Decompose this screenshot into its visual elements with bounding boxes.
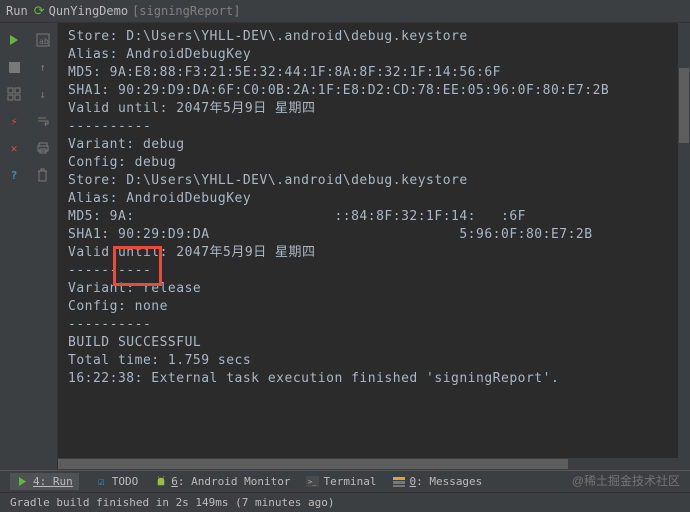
console-line: Store: D:\Users\YHLL-DEV\.android\debug.… — [68, 28, 680, 46]
tab-messages[interactable]: 0: Messages — [392, 475, 482, 488]
console-line: Config: none — [68, 298, 680, 316]
console-line: MD5: 9A:E8:88:F3:21:5E:32:44:1F:8A:8F:32… — [68, 64, 680, 82]
console-output[interactable]: Store: D:\Users\YHLL-DEV\.android\debug.… — [58, 23, 690, 470]
run-icon — [16, 475, 29, 488]
watermark: @稀土掘金技术社区 — [572, 472, 680, 489]
run-button[interactable] — [4, 30, 24, 50]
tab-label: 6: Android Monitor — [171, 475, 290, 488]
vertical-scrollbar[interactable] — [678, 23, 690, 470]
messages-icon — [392, 475, 405, 488]
left-toolbar-1: ⚡ ✕ ? — [0, 23, 28, 470]
scrollbar-thumb[interactable] — [679, 68, 689, 143]
scrollbar-thumb[interactable] — [58, 459, 568, 469]
task-name: [signingReport] — [132, 4, 240, 18]
todo-icon: ☑ — [95, 475, 108, 488]
status-bar: Gradle build finished in 2s 149ms (7 min… — [0, 492, 690, 512]
refresh-icon[interactable]: ⟳ — [34, 4, 45, 19]
console-line: Alias: AndroidDebugKey — [68, 46, 680, 64]
print-button[interactable] — [33, 138, 53, 158]
console-line: ---------- — [68, 118, 680, 136]
console-line: BUILD SUCCESSFUL — [68, 334, 680, 352]
console-line: Config: debug — [68, 154, 680, 172]
tab-label: 4: Run — [33, 475, 73, 488]
tab-label: Terminal — [323, 475, 376, 488]
close-button[interactable]: ✕ — [4, 138, 24, 158]
console-line: ---------- — [68, 262, 680, 280]
help-button[interactable]: ? — [4, 165, 24, 185]
attach-button[interactable]: ⚡ — [4, 111, 24, 131]
terminal-icon: >_ — [306, 475, 319, 488]
console-line: MD5: 9A: ::84:8F:32:1F:14: :6F — [68, 208, 680, 226]
filter-button[interactable]: ab — [33, 30, 53, 50]
tab-todo[interactable]: ☑ TODO — [95, 475, 139, 488]
left-toolbar-2: ab ↑ ↓ — [28, 23, 58, 470]
svg-text:>_: >_ — [308, 478, 317, 486]
tab-label: 0: Messages — [409, 475, 482, 488]
console-line: Total time: 1.759 secs — [68, 352, 680, 370]
down-button[interactable]: ↓ — [33, 84, 53, 104]
console-line: Valid until: 2047年5月9日 星期四 — [68, 244, 680, 262]
tab-label: TODO — [112, 475, 139, 488]
wrap-button[interactable] — [33, 111, 53, 131]
horizontal-scrollbar[interactable] — [58, 458, 690, 470]
status-text: Gradle build finished in 2s 149ms (7 min… — [10, 496, 335, 509]
console-line: Variant: release — [68, 280, 680, 298]
up-button[interactable]: ↑ — [33, 57, 53, 77]
android-icon — [154, 475, 167, 488]
svg-text:ab: ab — [39, 37, 49, 46]
console-line: Variant: debug — [68, 136, 680, 154]
console-line: SHA1: 90:29:D9:DA 5:96:0F:80:E7:2B — [68, 226, 680, 244]
tab-android-monitor[interactable]: 6: Android Monitor — [154, 475, 290, 488]
tab-run[interactable]: 4: Run — [10, 473, 79, 490]
console-line: ---------- — [68, 316, 680, 334]
console-line: SHA1: 90:29:D9:DA:6F:C0:0B:2A:1F:E8:D2:C… — [68, 82, 680, 100]
project-name: QunYingDemo — [49, 4, 128, 18]
run-header: Run ⟳ QunYingDemo [signingReport] — [0, 0, 690, 23]
main-panel: ⚡ ✕ ? ab ↑ ↓ Store: D:\Users\YHLL-DEV\.a… — [0, 23, 690, 470]
console-line: Alias: AndroidDebugKey — [68, 190, 680, 208]
layout-button[interactable] — [4, 84, 24, 104]
stop-button[interactable] — [4, 57, 24, 77]
console-line: 16:22:38: External task execution finish… — [68, 370, 680, 388]
run-label: Run — [6, 4, 28, 18]
clear-button[interactable] — [33, 165, 53, 185]
console-line: Store: D:\Users\YHLL-DEV\.android\debug.… — [68, 172, 680, 190]
console-line: Valid until: 2047年5月9日 星期四 — [68, 100, 680, 118]
tab-terminal[interactable]: >_ Terminal — [306, 475, 376, 488]
